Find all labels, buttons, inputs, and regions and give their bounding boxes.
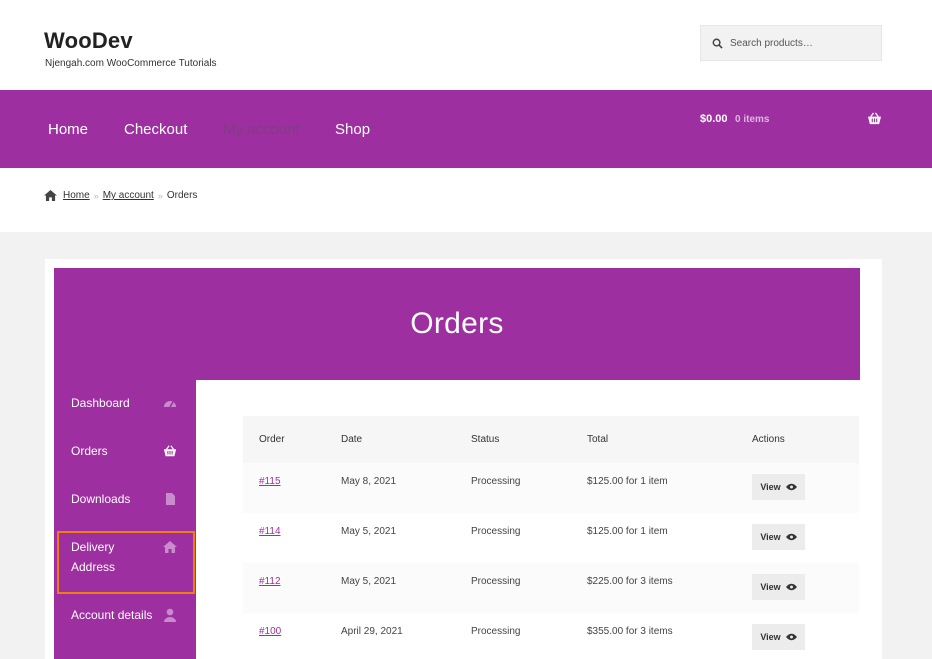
sidebar-item-label: Dashboard [71,396,130,410]
order-status: Processing [471,626,521,637]
breadcrumb-current: Orders [166,190,198,201]
order-date: May 5, 2021 [341,526,397,537]
order-total: $125.00 for 1 item [587,476,668,487]
cart-count[interactable]: 0 items [735,114,769,125]
page-title: Orders [410,307,504,340]
page-header-banner: Orders [54,268,860,380]
order-status: Processing [471,526,521,537]
user-icon [164,608,176,622]
order-number-link[interactable]: #115 [259,476,281,487]
breadcrumb-home-link[interactable]: Home [63,190,90,201]
sidebar-item-label: Orders [71,444,108,458]
view-order-button[interactable]: View [752,574,805,600]
search-input[interactable] [730,37,870,49]
breadcrumb-separator: » [93,190,99,201]
nav-item-shop[interactable]: Shop [335,121,370,138]
basket-icon[interactable] [867,112,882,125]
column-header-order: Order [259,434,285,445]
sidebar-item-label: Account details [71,608,153,622]
eye-icon [785,533,797,541]
column-header-status: Status [471,434,500,445]
eye-icon [785,583,797,591]
order-date: April 29, 2021 [341,626,403,637]
breadcrumb: Home » My account » Orders [44,190,197,201]
site-title[interactable]: WooDev [44,28,133,54]
table-header: Order Date Status Total Actions [243,416,859,463]
basket-icon [163,445,177,457]
sidebar-item-label: Downloads [71,492,131,506]
column-header-actions: Actions [752,434,785,445]
order-total: $125.00 for 1 item [587,526,668,537]
view-order-button[interactable]: View [752,474,805,500]
view-order-label: View [760,532,781,542]
order-number-link[interactable]: #114 [259,526,281,537]
search-icon [712,38,723,49]
table-row: #112 May 5, 2021 Processing $225.00 for … [243,563,859,613]
breadcrumb-account-link[interactable]: My account [103,190,154,201]
eye-icon [785,483,797,491]
dashboard-icon [164,401,176,408]
column-header-date: Date [341,434,363,445]
table-row: #100 April 29, 2021 Processing $355.00 f… [243,613,859,659]
nav-item-checkout[interactable]: Checkout [124,121,187,138]
search-box[interactable] [700,25,882,61]
cart-total[interactable]: $0.00 [700,113,728,125]
table-row: #115 May 8, 2021 Processing $125.00 for … [243,463,859,513]
site-tagline: Njengah.com WooCommerce Tutorials [45,58,217,69]
order-status: Processing [471,476,521,487]
order-date: May 8, 2021 [341,476,397,487]
breadcrumb-separator: » [157,190,163,201]
account-navigation: Dashboard Orders Downloads Delivery Addr… [54,380,196,659]
highlight-box [57,531,195,594]
order-status: Processing [471,576,521,587]
order-number-link[interactable]: #100 [259,626,281,637]
order-number-link[interactable]: #112 [259,576,281,587]
table-row: #114 May 5, 2021 Processing $125.00 for … [243,513,859,563]
view-order-label: View [760,632,781,642]
view-order-label: View [760,582,781,592]
order-total: $355.00 for 3 items [587,626,673,637]
primary-navigation: Home Checkout My account Shop $0.00 0 it… [0,90,932,168]
site-header: WooDev Njengah.com WooCommerce Tutorials [0,0,932,90]
eye-icon [785,633,797,641]
view-order-button[interactable]: View [752,524,805,550]
column-header-total: Total [587,434,609,445]
file-icon [166,493,175,505]
view-order-button[interactable]: View [752,624,805,650]
order-date: May 5, 2021 [341,576,397,587]
nav-item-home[interactable]: Home [48,121,88,138]
nav-item-my-account[interactable]: My account [223,121,300,138]
view-order-label: View [760,482,781,492]
home-icon [44,190,57,201]
order-total: $225.00 for 3 items [587,576,673,587]
